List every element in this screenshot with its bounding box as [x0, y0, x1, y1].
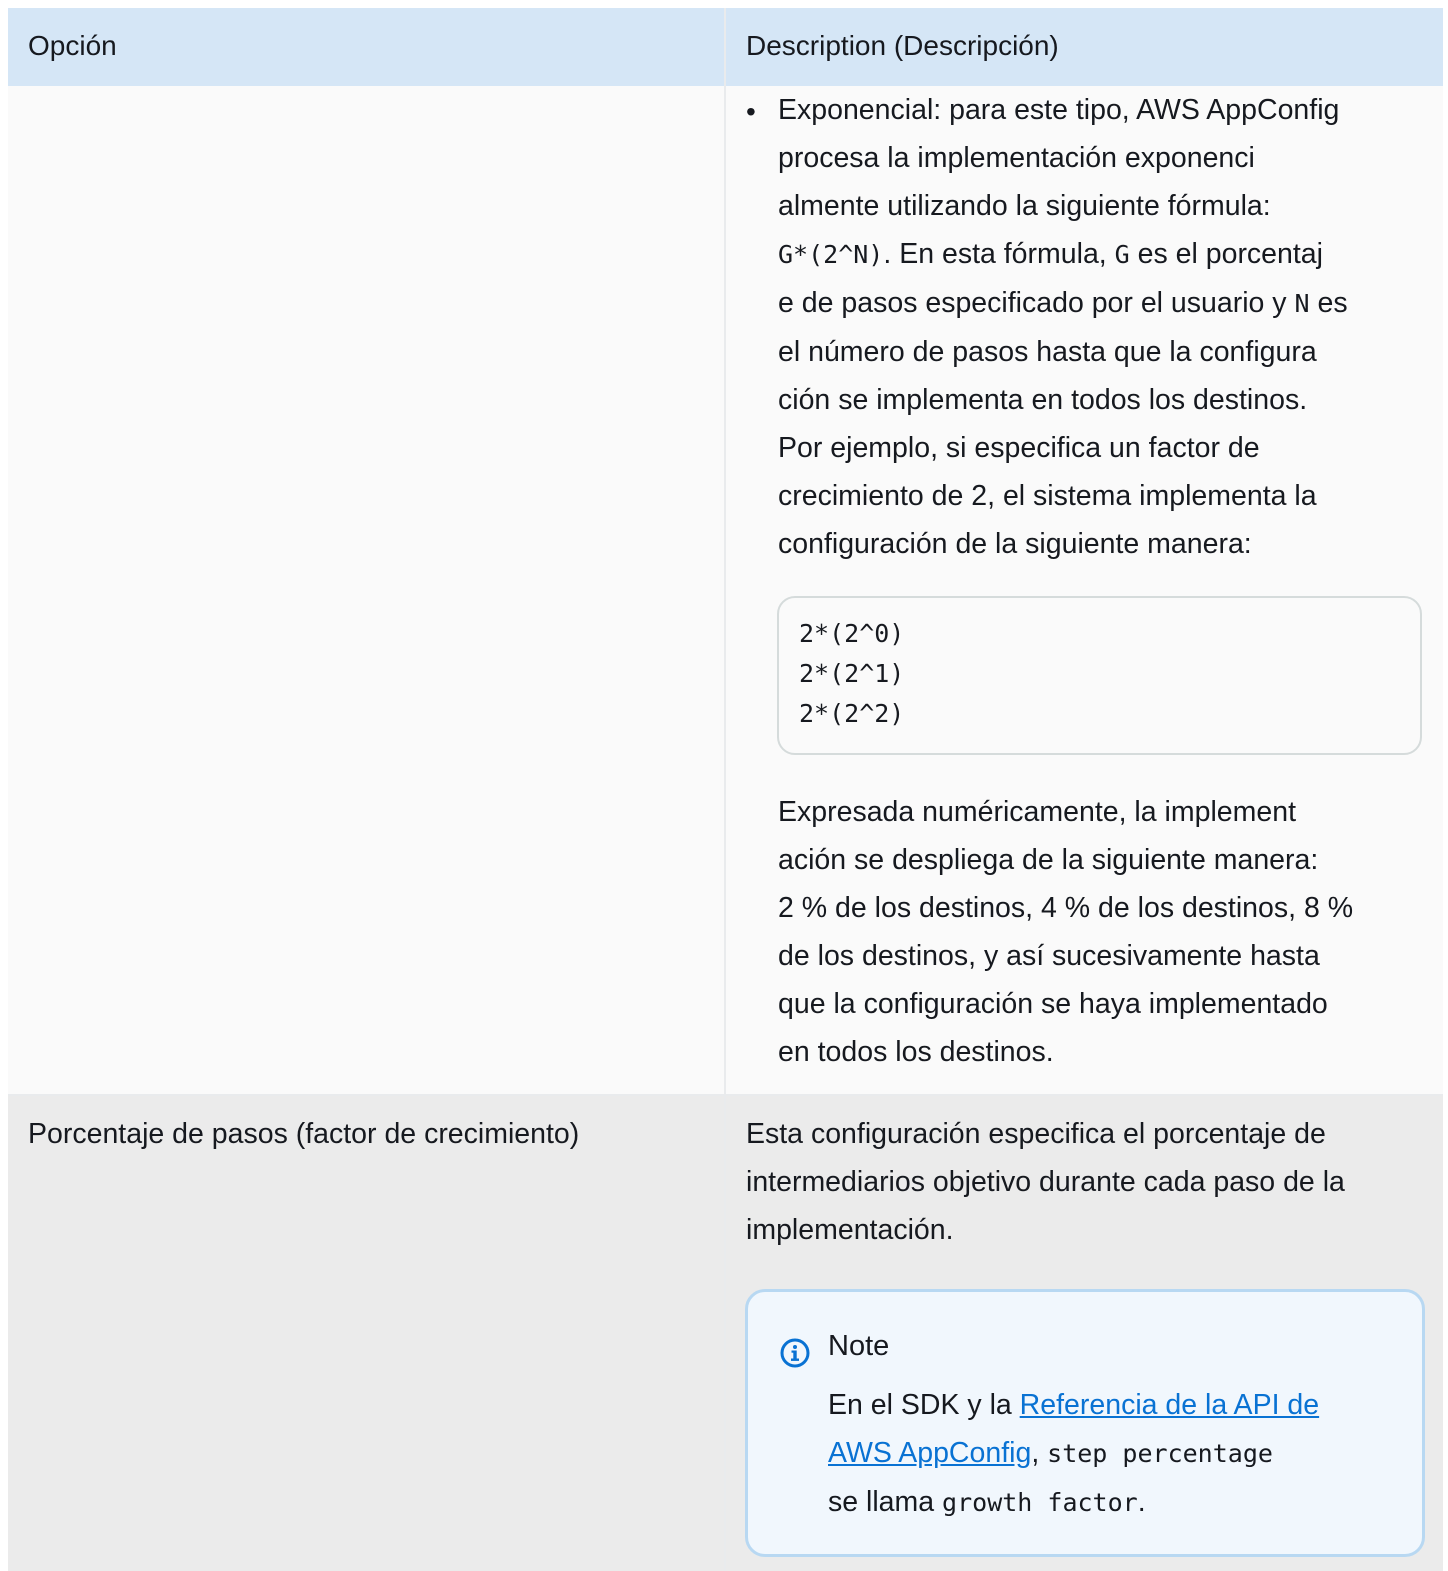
note-text: ,: [1031, 1437, 1048, 1469]
text-line: en todos los destinos.: [778, 1036, 1054, 1068]
note-text: En el SDK y la: [828, 1389, 1020, 1421]
api-reference-link[interactable]: Referencia de la API de: [1020, 1389, 1319, 1421]
note-text: .: [1137, 1486, 1146, 1518]
column-divider: [724, 8, 726, 1571]
info-icon: [780, 1338, 810, 1368]
column-header-option: Opción: [28, 30, 117, 61]
text-line: el número de pasos hasta que la configur…: [778, 336, 1317, 368]
text-line: implementación.: [746, 1214, 954, 1246]
text-line: Exponencial: para este tipo, AWS AppConf…: [778, 94, 1340, 126]
text-line: que la configuración se haya implementad…: [778, 988, 1328, 1020]
note-title: Note: [828, 1330, 890, 1362]
text-line: ción se implementa en todos los destinos…: [778, 384, 1308, 416]
numeric-explanation: Expresada numéricamente, la implement ac…: [778, 788, 1438, 1076]
note-body: En el SDK y la Referencia de la API de A…: [828, 1381, 1418, 1527]
text-line: Esta configuración especifica el porcent…: [746, 1118, 1326, 1150]
list-bullet: •: [746, 96, 756, 127]
text-line: almente utilizando la siguiente fórmula:: [778, 190, 1271, 222]
api-reference-link[interactable]: AWS AppConfig: [828, 1437, 1031, 1469]
exponential-description: Exponencial: para este tipo, AWS AppConf…: [778, 86, 1428, 568]
code-block: 2*(2^0) 2*(2^1) 2*(2^2): [777, 596, 1422, 755]
text-line: de los destinos, y así sucesivamente has…: [778, 940, 1320, 972]
step-percentage-description: Esta configuración especifica el porcent…: [746, 1110, 1426, 1254]
option-label: Porcentaje de pasos (factor de crecimien…: [28, 1118, 580, 1150]
text-line: 2 % de los destinos, 4 % de los destinos…: [778, 892, 1354, 924]
text-line: e de pasos especificado por el usuario y…: [778, 287, 1348, 319]
code-line: 2*(2^2): [799, 699, 905, 728]
text-line: configuración de la siguiente manera:: [778, 528, 1252, 560]
text-line: ación se despliega de la siguiente maner…: [778, 844, 1319, 876]
text-line: Expresada numéricamente, la implement: [778, 796, 1296, 828]
inline-code: step percentage: [1047, 1439, 1273, 1468]
text-line: intermediarios objetivo durante cada pas…: [746, 1166, 1345, 1198]
inline-code: growth factor: [942, 1488, 1138, 1517]
column-header-description: Description (Descripción): [746, 30, 1059, 61]
code-line: 2*(2^0): [799, 619, 905, 648]
note-box: Note En el SDK y la Referencia de la API…: [745, 1289, 1425, 1557]
text-line: procesa la implementación exponenci: [778, 142, 1255, 174]
text-line: G*(2^N). En esta fórmula, G es el porcen…: [778, 238, 1323, 270]
note-text: se llama: [828, 1486, 943, 1518]
code-line: 2*(2^1): [799, 659, 905, 688]
text-line: crecimiento de 2, el sistema implementa …: [778, 480, 1317, 512]
text-line: Por ejemplo, si especifica un factor de: [778, 432, 1260, 464]
